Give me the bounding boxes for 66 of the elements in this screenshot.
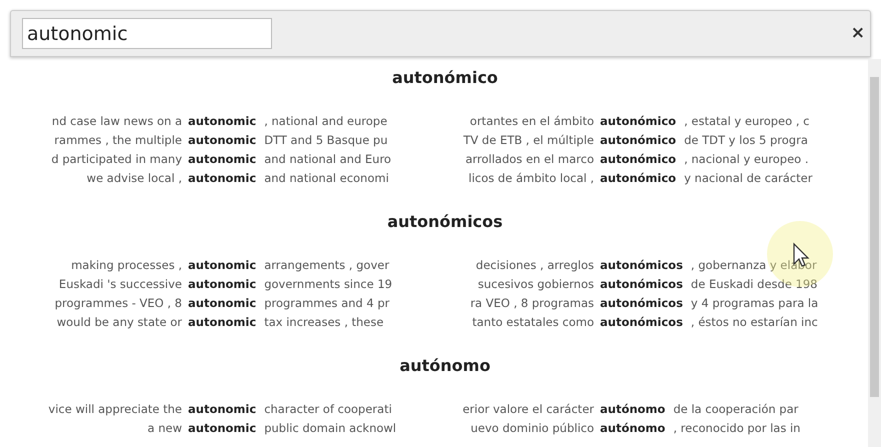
left-context: sucesivos gobiernos bbox=[476, 276, 594, 293]
right-context: and national and Euro bbox=[264, 150, 392, 168]
keyword: autonómicos bbox=[600, 314, 683, 331]
right-context: , reconocido por las in bbox=[673, 420, 800, 437]
keyword: autonómico bbox=[600, 150, 676, 168]
right-context: de TDT y los 5 progra bbox=[684, 132, 808, 149]
left-context: would be any state or bbox=[56, 314, 182, 331]
keyword: autonomic bbox=[188, 170, 256, 187]
close-button[interactable]: × bbox=[850, 20, 865, 46]
left-context: ra VEO , 8 programas bbox=[469, 294, 594, 312]
left-context: vice will appreciate the bbox=[47, 400, 182, 418]
right-context: y 4 programas para la bbox=[690, 294, 818, 312]
right-context: programmes and 4 pr bbox=[264, 294, 390, 312]
keyword: autonomic bbox=[188, 256, 256, 274]
right-context: de la cooperación par bbox=[673, 400, 798, 418]
right-context: , national and europe bbox=[264, 112, 388, 130]
search-field[interactable]: autonomic bbox=[22, 18, 272, 49]
right-context: y nacional de carácter bbox=[684, 170, 812, 187]
left-context: licos de ámbito local , bbox=[468, 170, 594, 187]
left-context: arrollados en el marco bbox=[464, 150, 594, 168]
keyword: autonomic bbox=[188, 294, 256, 312]
left-context: decisiones , arreglos bbox=[474, 256, 594, 274]
left-context: making processes , bbox=[70, 256, 182, 274]
keyword: autonomic bbox=[188, 276, 256, 293]
right-context: governments since 19 bbox=[264, 276, 392, 293]
left-context: ortantes en el ámbito bbox=[468, 112, 594, 130]
keyword: autonómico bbox=[600, 170, 676, 187]
keyword: autonómico bbox=[600, 132, 676, 149]
left-context: tanto estatales como bbox=[471, 314, 594, 331]
right-context: DTT and 5 Basque pu bbox=[264, 132, 388, 149]
keyword: autonomic bbox=[188, 400, 256, 418]
keyword: autonomic bbox=[188, 314, 256, 331]
scrollbar[interactable] bbox=[868, 59, 881, 447]
right-context: , éstos no estarían inc bbox=[690, 314, 818, 331]
right-context: tax increases , these bbox=[264, 314, 384, 331]
right-context: arrangements , gover bbox=[264, 256, 390, 274]
section-heading: autonómicos bbox=[386, 212, 503, 232]
keyword: autónomo bbox=[600, 420, 666, 437]
right-context: and national economi bbox=[264, 170, 389, 187]
right-context: public domain acknowl bbox=[264, 420, 396, 437]
left-context: a new bbox=[146, 420, 182, 437]
left-context: Euskadi 's successive bbox=[58, 276, 182, 293]
right-context: de Euskadi desde 198 bbox=[690, 276, 818, 293]
keyword: autonomic bbox=[188, 112, 256, 130]
keyword: autonómicos bbox=[600, 276, 683, 293]
section-heading: autonómico bbox=[391, 68, 498, 88]
keyword: autonómicos bbox=[600, 256, 683, 274]
left-context: rammes , the multiple bbox=[53, 132, 182, 149]
section-heading: autónomo bbox=[398, 356, 490, 376]
right-context: character of cooperati bbox=[264, 400, 392, 418]
left-context: erior valore el carácter bbox=[462, 400, 594, 418]
right-context: , nacional y europeo . bbox=[684, 150, 809, 168]
keyword: autonomic bbox=[188, 132, 256, 149]
keyword: autonómicos bbox=[600, 294, 683, 312]
keyword: autonomic bbox=[188, 150, 256, 168]
keyword: autonomic bbox=[188, 420, 256, 437]
keyword: autonómico bbox=[600, 112, 676, 130]
left-context: uevo dominio público bbox=[470, 420, 594, 437]
left-context: d participated in many bbox=[50, 150, 182, 168]
left-context: we advise local , bbox=[86, 170, 182, 187]
scrollbar-thumb[interactable] bbox=[870, 77, 879, 397]
right-context: , estatal y europeo , c bbox=[684, 112, 810, 130]
left-context: nd case law news on a bbox=[50, 112, 182, 130]
left-context: TV de ETB , el múltiple bbox=[462, 132, 594, 149]
left-context: programmes - VEO , 8 bbox=[54, 294, 182, 312]
keyword: autónomo bbox=[600, 400, 666, 418]
